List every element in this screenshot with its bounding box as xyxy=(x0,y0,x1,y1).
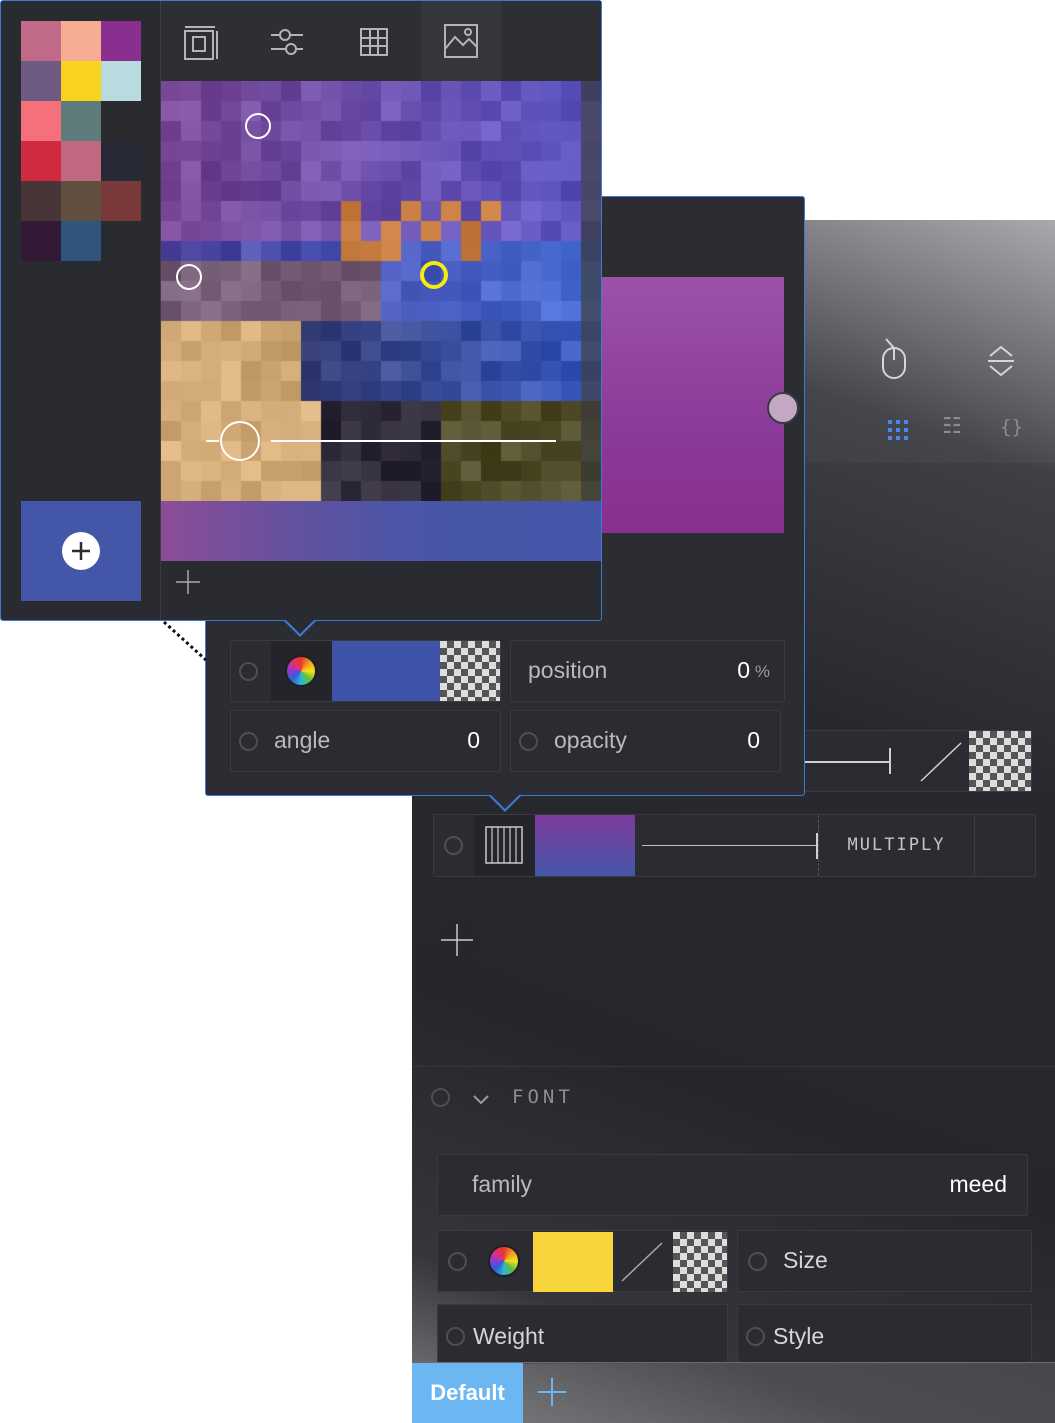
add-color-button[interactable] xyxy=(21,501,141,601)
palette-swatch[interactable] xyxy=(21,181,61,221)
gradient-angle-handle xyxy=(220,421,260,461)
stop-radio[interactable] xyxy=(239,662,258,681)
hidden-row xyxy=(792,730,1032,792)
palette-swatch[interactable] xyxy=(61,181,101,221)
gradient-bar[interactable] xyxy=(161,501,601,561)
gradient-preview[interactable] xyxy=(601,277,784,533)
no-color-icon xyxy=(919,741,963,783)
layer-radio[interactable] xyxy=(444,836,463,855)
transparency-swatch[interactable] xyxy=(673,1232,727,1292)
slider-end[interactable] xyxy=(889,748,891,774)
grid-view-icon[interactable] xyxy=(888,420,908,440)
position-field[interactable]: position 0 % xyxy=(510,640,785,702)
palette-swatch[interactable] xyxy=(61,21,101,61)
position-label: position xyxy=(528,657,608,683)
font-section-radio[interactable] xyxy=(431,1088,450,1107)
angle-field[interactable]: angle 0 xyxy=(230,710,501,772)
font-section-divider xyxy=(412,1066,1055,1067)
palette-swatches xyxy=(21,21,141,261)
font-color-swatch[interactable] xyxy=(533,1232,613,1292)
stop-color-swatch[interactable] xyxy=(332,641,440,701)
palette-swatch[interactable] xyxy=(101,21,141,61)
grid-icon[interactable] xyxy=(355,23,395,63)
color-wheel-icon[interactable] xyxy=(488,1245,520,1277)
slider-line[interactable] xyxy=(793,761,889,763)
position-unit: % xyxy=(754,662,770,681)
font-style-label: Style xyxy=(773,1323,825,1349)
blend-mode-select[interactable]: MULTIPLY xyxy=(819,815,974,876)
stop-color-field[interactable] xyxy=(230,640,501,702)
image-sampler[interactable] xyxy=(161,81,601,501)
opacity-value[interactable]: 0 xyxy=(747,727,760,754)
connector-dots xyxy=(162,620,208,662)
resize-vertical-icon[interactable] xyxy=(986,344,1016,378)
chevron-down-icon[interactable] xyxy=(472,1092,490,1106)
font-family-value: meed xyxy=(949,1171,1007,1197)
transparency-swatch[interactable] xyxy=(440,641,500,701)
add-stop-button[interactable] xyxy=(175,569,201,595)
sample-point xyxy=(176,264,202,290)
font-style-radio[interactable] xyxy=(746,1327,765,1346)
color-picker-popover xyxy=(0,0,602,637)
image-tab-active[interactable] xyxy=(421,1,501,81)
tab-default[interactable]: Default xyxy=(412,1363,523,1423)
palette-swatch[interactable] xyxy=(101,181,141,221)
transparency-swatch[interactable] xyxy=(969,731,1031,791)
font-color-field[interactable] xyxy=(437,1230,728,1292)
sample-point xyxy=(245,113,271,139)
palette-swatch[interactable] xyxy=(101,101,141,141)
palette-swatch[interactable] xyxy=(21,221,61,261)
gradient-stop-handle[interactable] xyxy=(767,392,799,424)
code-view-icon[interactable]: {} xyxy=(1000,416,1023,438)
add-layer-button[interactable] xyxy=(433,916,481,964)
divider xyxy=(974,815,975,876)
palette-swatch[interactable] xyxy=(21,21,61,61)
color-wheel-icon[interactable] xyxy=(285,655,317,687)
opacity-slider-line[interactable] xyxy=(642,845,816,846)
palette-swatch[interactable] xyxy=(21,141,61,181)
sliders-icon[interactable] xyxy=(267,23,307,63)
font-family-label: family xyxy=(472,1171,533,1197)
font-size-field[interactable]: Size xyxy=(737,1230,1032,1292)
font-family-field[interactable]: family meed xyxy=(437,1154,1028,1216)
palette-swatch[interactable] xyxy=(101,61,141,101)
popover-arrow-inner xyxy=(490,794,520,809)
tool-tab-bar xyxy=(161,1,601,81)
frame-photo-icon[interactable] xyxy=(181,23,221,63)
opacity-radio[interactable] xyxy=(519,732,538,751)
palette-swatch[interactable] xyxy=(61,101,101,141)
no-color-icon[interactable] xyxy=(618,1239,666,1285)
font-weight-label: Weight xyxy=(473,1323,545,1349)
position-value[interactable]: 0 xyxy=(737,657,750,684)
font-section-title: FONT xyxy=(512,1086,574,1108)
mouse-icon[interactable] xyxy=(880,338,908,380)
palette-swatch[interactable] xyxy=(21,101,61,141)
font-style-field[interactable]: Style xyxy=(737,1304,1032,1364)
palette-swatch[interactable] xyxy=(21,61,61,101)
popover-arrow-inner xyxy=(285,619,315,634)
font-size-label: Size xyxy=(783,1247,828,1273)
font-weight-field[interactable]: Weight xyxy=(437,1304,728,1364)
opacity-field[interactable]: opacity 0 xyxy=(510,710,781,772)
list-view-icon[interactable]: ☷ xyxy=(942,414,962,439)
palette-swatch[interactable] xyxy=(61,221,101,261)
image-icon xyxy=(441,21,481,61)
palette-swatch[interactable] xyxy=(101,141,141,181)
font-size-radio[interactable] xyxy=(748,1252,767,1271)
palette-swatch[interactable] xyxy=(61,61,101,101)
font-color-radio[interactable] xyxy=(448,1252,467,1271)
add-tab-button[interactable] xyxy=(536,1376,568,1408)
angle-value[interactable]: 0 xyxy=(467,727,480,754)
gradient-thumbnail[interactable] xyxy=(535,815,635,876)
font-weight-radio[interactable] xyxy=(446,1327,465,1346)
sample-point-active xyxy=(420,261,448,289)
opacity-label: opacity xyxy=(554,727,627,753)
gradient-layer-row[interactable]: MULTIPLY xyxy=(433,814,1036,877)
angle-label: angle xyxy=(274,727,331,753)
add-icon xyxy=(62,532,100,570)
linear-gradient-icon[interactable] xyxy=(474,815,535,876)
angle-radio[interactable] xyxy=(239,732,258,751)
palette-swatch[interactable] xyxy=(61,141,101,181)
